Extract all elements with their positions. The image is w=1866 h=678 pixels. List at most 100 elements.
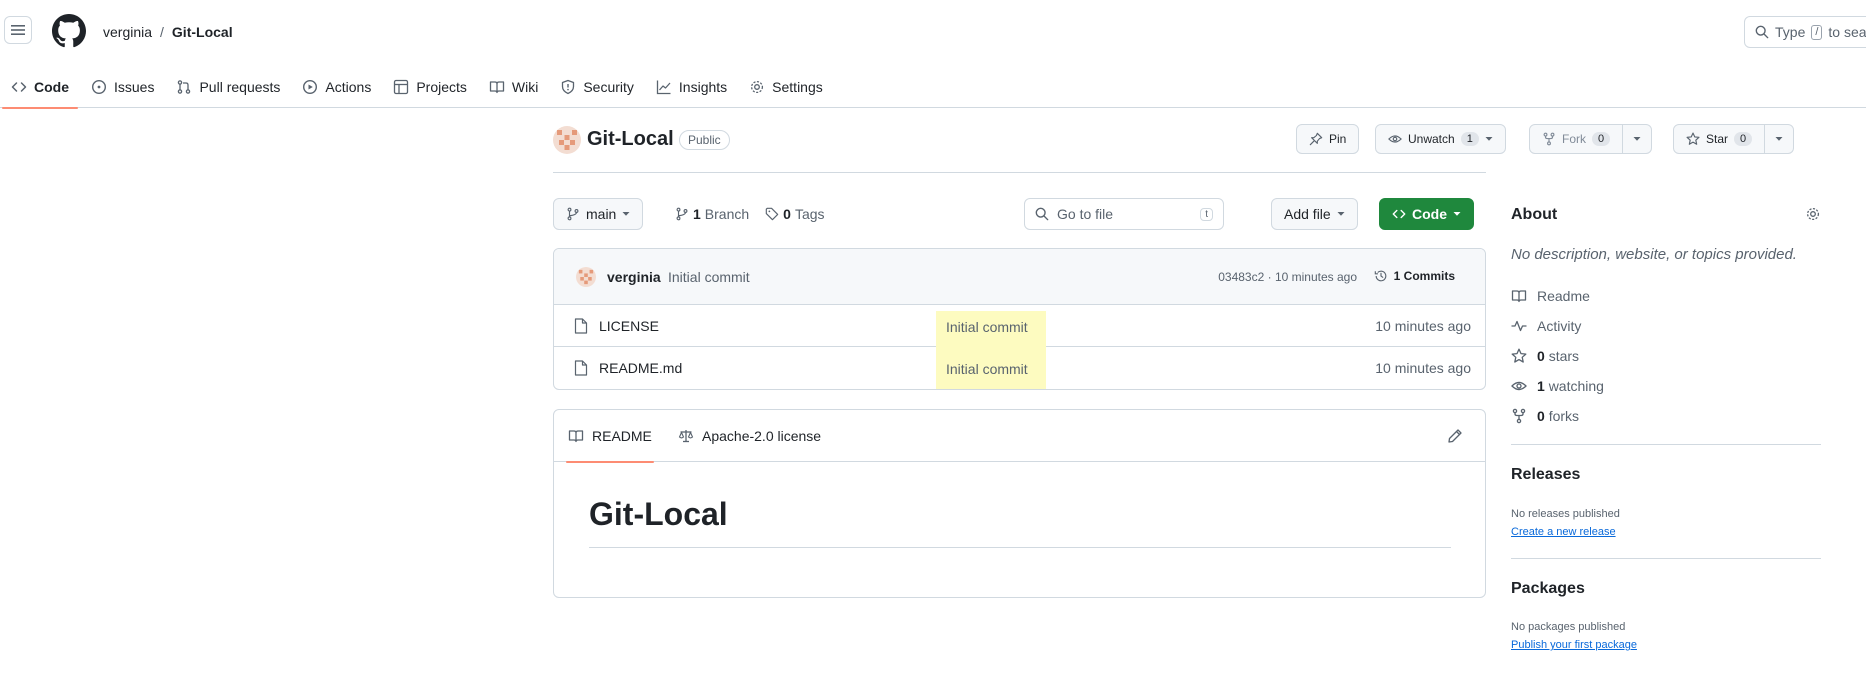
forks-link[interactable]: 0 forks: [1511, 408, 1579, 424]
watching-link[interactable]: 1 watching: [1511, 378, 1604, 394]
file-commit-message[interactable]: Initial commit: [936, 353, 1046, 389]
github-logo-icon[interactable]: [52, 14, 86, 48]
pin-button[interactable]: Pin: [1296, 124, 1360, 154]
tag-count: 0: [783, 206, 791, 222]
star-button[interactable]: Star 0: [1673, 124, 1766, 154]
star-dropdown-button[interactable]: [1765, 124, 1795, 154]
pin-label: Pin: [1329, 132, 1347, 146]
tab-security[interactable]: Security: [549, 66, 645, 108]
star-icon: [1511, 348, 1527, 364]
menu-button[interactable]: [4, 16, 32, 44]
search-input[interactable]: Type / to search: [1744, 16, 1866, 48]
tab-settings[interactable]: Settings: [738, 66, 834, 108]
about-title: About: [1511, 206, 1558, 223]
tab-label: Insights: [678, 79, 728, 95]
tab-readme[interactable]: README: [566, 410, 654, 463]
tab-wiki[interactable]: Wiki: [478, 66, 549, 108]
publish-package-link[interactable]: Publish your first package: [1511, 639, 1637, 651]
branch-word: Branch: [704, 206, 750, 222]
go-to-file-shortcut: t: [1200, 207, 1213, 221]
gear-icon[interactable]: [1805, 206, 1821, 222]
fork-icon: [1511, 408, 1527, 424]
readme-tab-label: README: [592, 428, 652, 444]
visibility-badge: Public: [679, 130, 730, 150]
file-name[interactable]: LICENSE: [599, 318, 659, 334]
code-icon: [11, 79, 27, 95]
star-button-group: Star 0: [1673, 124, 1795, 154]
breadcrumb: verginia / Git-Local: [103, 24, 233, 40]
tab-label: Security: [583, 79, 634, 95]
packages-title[interactable]: Packages: [1511, 580, 1585, 598]
tab-license[interactable]: Apache-2.0 license: [678, 410, 821, 462]
tab-label: Settings: [772, 79, 823, 95]
breadcrumb-repo[interactable]: Git-Local: [172, 24, 233, 40]
play-icon: [302, 79, 318, 95]
tab-pull-requests[interactable]: Pull requests: [165, 66, 291, 108]
graph-icon: [656, 79, 672, 95]
file-row[interactable]: LICENSE Initial commit 10 minutes ago: [554, 305, 1485, 353]
repo-nav: Code Issues Pull requests Actions Projec…: [0, 66, 1866, 109]
tab-label: Projects: [416, 79, 467, 95]
branches-link[interactable]: 1 Branch: [675, 206, 749, 222]
search-icon: [1755, 25, 1769, 39]
breadcrumb-separator: /: [160, 24, 164, 40]
readme-link-label: Readme: [1537, 288, 1590, 304]
code-label: Code: [1412, 206, 1447, 222]
pencil-icon[interactable]: [1447, 428, 1463, 444]
file-name[interactable]: README.md: [599, 360, 682, 376]
tab-projects[interactable]: Projects: [382, 66, 478, 108]
releases-title[interactable]: Releases: [1511, 466, 1580, 484]
commit-message[interactable]: Initial commit: [668, 269, 750, 285]
tab-insights[interactable]: Insights: [645, 66, 738, 108]
go-to-file-input[interactable]: Go to file t: [1024, 198, 1224, 230]
readme-tabs: README Apache-2.0 license: [554, 410, 1485, 463]
code-button[interactable]: Code: [1379, 198, 1474, 230]
file-time: 10 minutes ago: [1375, 318, 1471, 334]
tag-icon: [765, 207, 779, 221]
branch-count: 1: [693, 206, 701, 222]
tags-link[interactable]: 0 Tags: [765, 206, 825, 222]
breadcrumb-owner[interactable]: verginia: [103, 24, 152, 40]
watching-count: 1: [1537, 378, 1545, 394]
law-icon: [678, 428, 694, 444]
code-icon: [1392, 207, 1406, 221]
table-icon: [393, 79, 409, 95]
tab-code[interactable]: Code: [0, 66, 80, 109]
add-file-button[interactable]: Add file: [1271, 198, 1358, 230]
fork-dropdown-button[interactable]: [1623, 124, 1653, 154]
chevron-down-icon: [1633, 136, 1641, 142]
tab-label: Issues: [114, 79, 155, 95]
watching-word: watching: [1548, 378, 1604, 394]
branch-icon: [566, 207, 580, 221]
star-icon: [1686, 132, 1700, 146]
tab-issues[interactable]: Issues: [80, 66, 165, 108]
branch-select-button[interactable]: main: [553, 198, 644, 230]
readme-heading-rule: [589, 547, 1451, 548]
unwatch-button[interactable]: Unwatch 1: [1375, 124, 1506, 154]
repo-name[interactable]: Git-Local: [587, 128, 674, 151]
commits-link[interactable]: 1 Commits: [1374, 269, 1455, 283]
commit-author[interactable]: verginia: [607, 269, 661, 285]
forks-count: 0: [1537, 408, 1545, 424]
chevron-down-icon: [1453, 211, 1461, 217]
author-avatar: [576, 267, 596, 287]
license-tab-label: Apache-2.0 license: [702, 428, 822, 444]
create-release-link[interactable]: Create a new release: [1511, 526, 1616, 538]
activity-link[interactable]: Activity: [1511, 318, 1581, 334]
search-icon: [1035, 207, 1049, 221]
readme-link[interactable]: Readme: [1511, 288, 1590, 304]
commit-sha-time[interactable]: 03483c2 · 10 minutes ago: [1218, 270, 1357, 284]
chevron-down-icon: [1485, 136, 1493, 142]
tag-word: Tags: [794, 206, 825, 222]
search-shortcut-key: /: [1811, 24, 1823, 40]
fork-button[interactable]: Fork 0: [1529, 124, 1624, 154]
book-icon: [568, 428, 584, 444]
file-time: 10 minutes ago: [1375, 360, 1471, 376]
file-row[interactable]: README.md Initial commit 10 minutes ago: [554, 347, 1485, 389]
tab-actions[interactable]: Actions: [291, 66, 382, 108]
fork-label: Fork: [1562, 132, 1586, 146]
book-icon: [1511, 288, 1527, 304]
no-packages-text: No packages published: [1511, 621, 1626, 633]
pull-request-icon: [176, 79, 192, 95]
stars-link[interactable]: 0 stars: [1511, 348, 1579, 364]
